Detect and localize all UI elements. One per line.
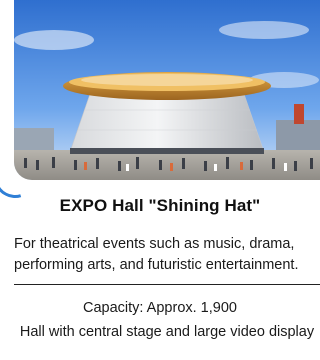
venue-title: EXPO Hall "Shining Hat"	[59, 196, 261, 215]
event-venue-card: EXPO Hall "Shining Hat" For theatrical e…	[0, 0, 320, 360]
venue-description: For theatrical events such as music, dra…	[14, 236, 299, 273]
venue-capacity: Capacity: Approx. 1,900	[83, 300, 237, 316]
section-divider	[14, 284, 320, 285]
venue-photo	[14, 0, 320, 180]
card-body: EXPO Hall "Shining Hat" For theatrical e…	[0, 0, 320, 360]
venue-feature: Hall with central stage and large video …	[19, 324, 315, 340]
venue-illustration	[14, 0, 320, 180]
